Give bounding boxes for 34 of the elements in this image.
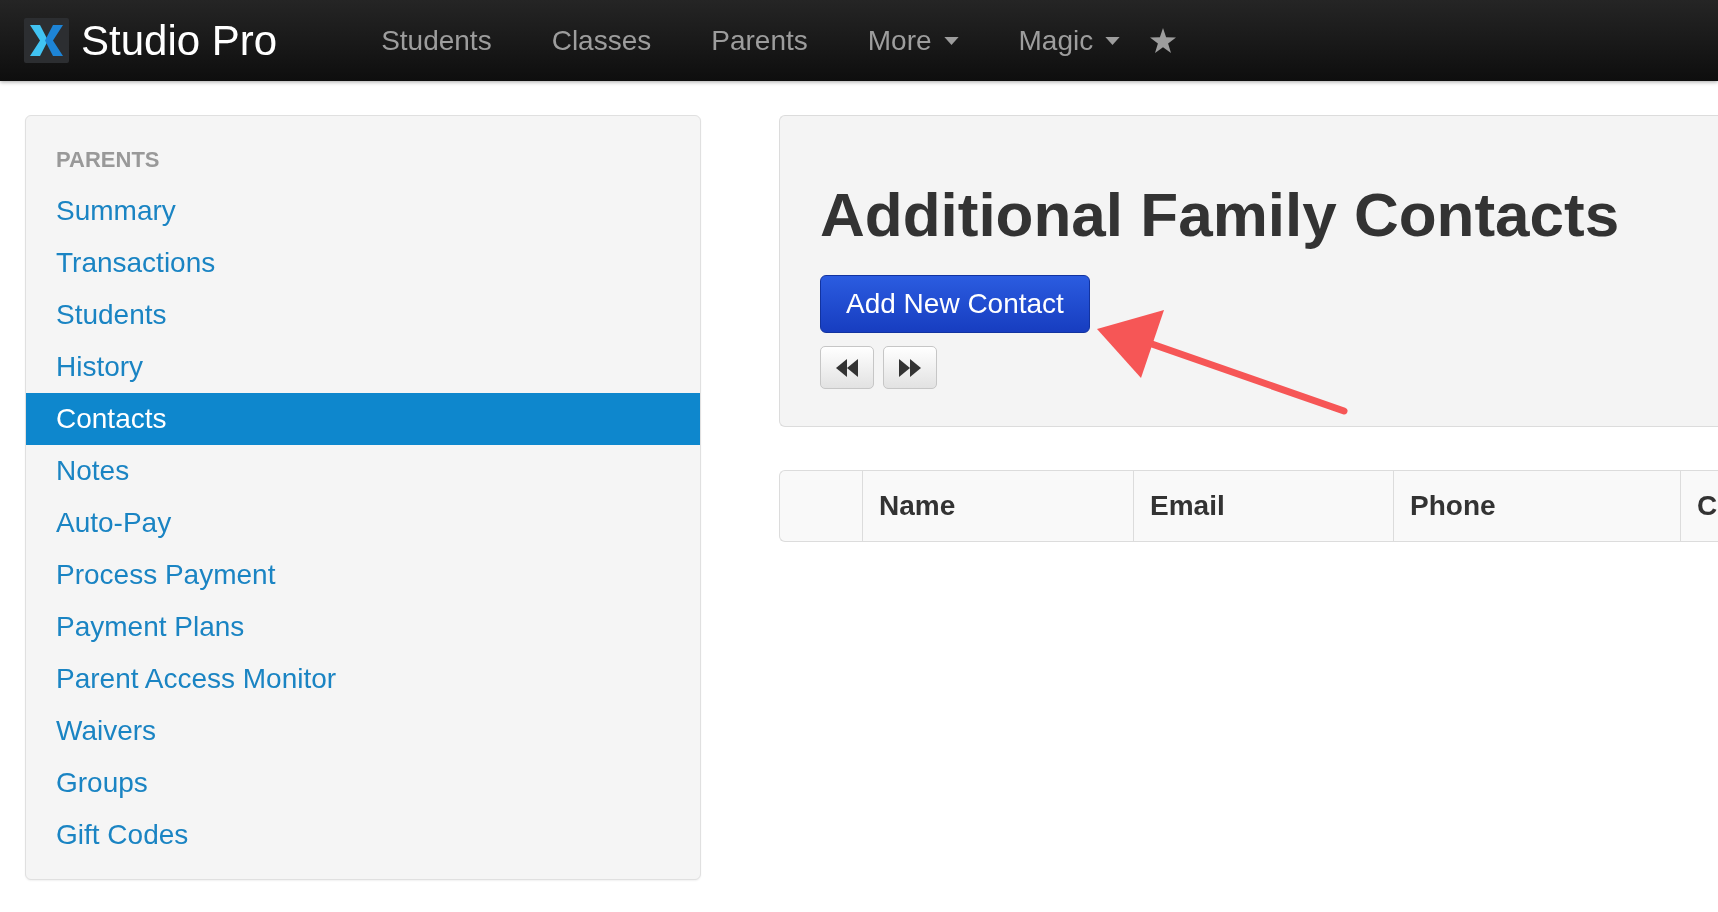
sidebar-item[interactable]: Parent Access Monitor xyxy=(26,653,700,705)
sidebar-item[interactable]: History xyxy=(26,341,700,393)
logo-icon xyxy=(24,18,69,63)
column-header: C xyxy=(1680,471,1718,541)
sidebar-item[interactable]: Gift Codes xyxy=(26,809,700,861)
rewind-icon xyxy=(836,358,858,377)
sidebar-item[interactable]: Students xyxy=(26,289,700,341)
next-button[interactable] xyxy=(883,346,937,389)
sidebar-item[interactable]: Waivers xyxy=(26,705,700,757)
fast-forward-icon xyxy=(899,358,921,377)
brand-link[interactable]: Studio Pro xyxy=(24,16,278,65)
previous-button[interactable] xyxy=(820,346,874,389)
sidebar-item[interactable]: Contacts xyxy=(26,393,700,445)
nav-dropdown[interactable]: More xyxy=(867,23,959,58)
sidebar-item[interactable]: Transactions xyxy=(26,237,700,289)
column-header: Name xyxy=(862,471,1133,541)
column-header: Phone xyxy=(1393,471,1680,541)
caret-icon xyxy=(1105,36,1121,45)
sidebar-item[interactable]: Groups xyxy=(26,757,700,809)
nav-link[interactable]: Parents xyxy=(711,23,808,58)
nav-link[interactable]: Students xyxy=(381,23,492,58)
sidebar-heading: PARENTS xyxy=(56,146,160,174)
caret-icon xyxy=(943,36,959,45)
nav-link[interactable]: Classes xyxy=(551,23,652,58)
sidebar-item[interactable]: Auto-Pay xyxy=(26,497,700,549)
star-icon[interactable] xyxy=(1150,28,1177,53)
sidebar-item[interactable]: Summary xyxy=(26,185,700,237)
page-title: Additional Family Contacts xyxy=(820,179,1620,251)
sidebar-item[interactable]: Payment Plans xyxy=(26,601,700,653)
nav-dropdown[interactable]: Magic xyxy=(1018,23,1121,58)
add-contact-button[interactable]: Add New Contact xyxy=(820,275,1090,333)
column-header: Email xyxy=(1133,471,1393,541)
sidebar-item[interactable]: Process Payment xyxy=(26,549,700,601)
sidebar-item[interactable]: Notes xyxy=(26,445,700,497)
